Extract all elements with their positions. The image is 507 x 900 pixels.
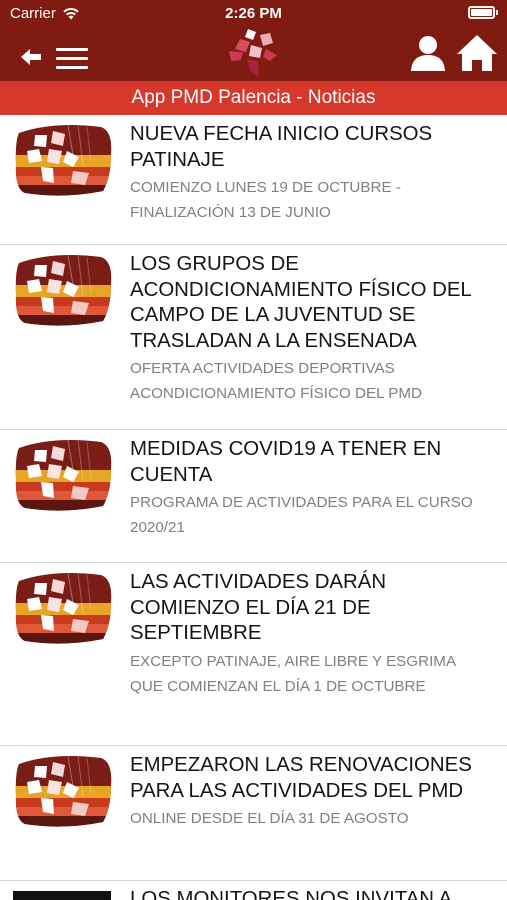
news-headline: NUEVA FECHA INICIO CURSOS PATINAJE bbox=[130, 123, 433, 171]
news-thumbnail bbox=[13, 746, 113, 838]
news-thumbnail bbox=[13, 115, 113, 207]
list-item[interactable]: LAS ACTIVIDADES DARÁN COMIENZO EL DÍA 21… bbox=[0, 563, 507, 746]
clock: 2:26 PM bbox=[225, 5, 282, 22]
back-arrow-icon[interactable] bbox=[20, 46, 42, 68]
news-thumbnail bbox=[13, 245, 113, 337]
news-thumbnail bbox=[13, 891, 111, 900]
news-subtext: COMIENZO LUNES 19 DE OCTUBRE - FINALIZAC… bbox=[130, 179, 401, 221]
news-thumbnail bbox=[13, 430, 113, 522]
news-headline: EMPEZARON LAS RENOVACIONES PARA LAS ACTI… bbox=[130, 754, 472, 802]
page-title: App PMD Palencia - Noticias bbox=[0, 81, 507, 115]
news-headline: LOS GRUPOS DE ACONDICIONAMIENTO FÍSICO D… bbox=[130, 253, 472, 352]
news-subtext: EXCEPTO PATINAJE, AIRE LIBRE Y ESGRIMA Q… bbox=[130, 652, 456, 695]
news-subtext: OFERTA ACTIVIDADES DEPORTIVAS ACONDICION… bbox=[130, 360, 422, 402]
news-headline: MEDIDAS COVID19 A TENER EN CUENTA bbox=[130, 438, 442, 486]
home-icon[interactable] bbox=[456, 33, 498, 73]
news-subtext: ONLINE DESDE EL DÍA 31 DE AGOSTO bbox=[130, 810, 409, 827]
list-item[interactable]: EMPEZARON LAS RENOVACIONES PARA LAS ACTI… bbox=[0, 746, 507, 881]
list-item[interactable]: NUEVA FECHA INICIO CURSOS PATINAJE COMIE… bbox=[0, 115, 507, 245]
news-subtext: PROGRAMA DE ACTIVIDADES PARA EL CURSO 20… bbox=[130, 494, 473, 536]
news-thumbnail bbox=[13, 563, 113, 655]
list-item[interactable]: MEDIDAS COVID19 A TENER EN CUENTA PROGRA… bbox=[0, 430, 507, 563]
news-headline: LAS ACTIVIDADES DARÁN COMIENZO EL DÍA 21… bbox=[130, 571, 387, 644]
top-navigation-bar: Carrier 2:26 PM bbox=[0, 0, 507, 81]
user-icon[interactable] bbox=[408, 33, 448, 73]
list-item[interactable]: LOS GRUPOS DE ACONDICIONAMIENTO FÍSICO D… bbox=[0, 245, 507, 430]
news-headline[interactable]: LOS MONITORES NOS INVITAN A bbox=[130, 888, 452, 900]
news-list: NUEVA FECHA INICIO CURSOS PATINAJE COMIE… bbox=[0, 115, 507, 881]
hamburger-menu-icon[interactable] bbox=[56, 44, 90, 70]
status-bar: Carrier 2:26 PM bbox=[0, 0, 507, 26]
pmd-logo bbox=[229, 29, 277, 77]
battery-icon bbox=[468, 6, 498, 19]
